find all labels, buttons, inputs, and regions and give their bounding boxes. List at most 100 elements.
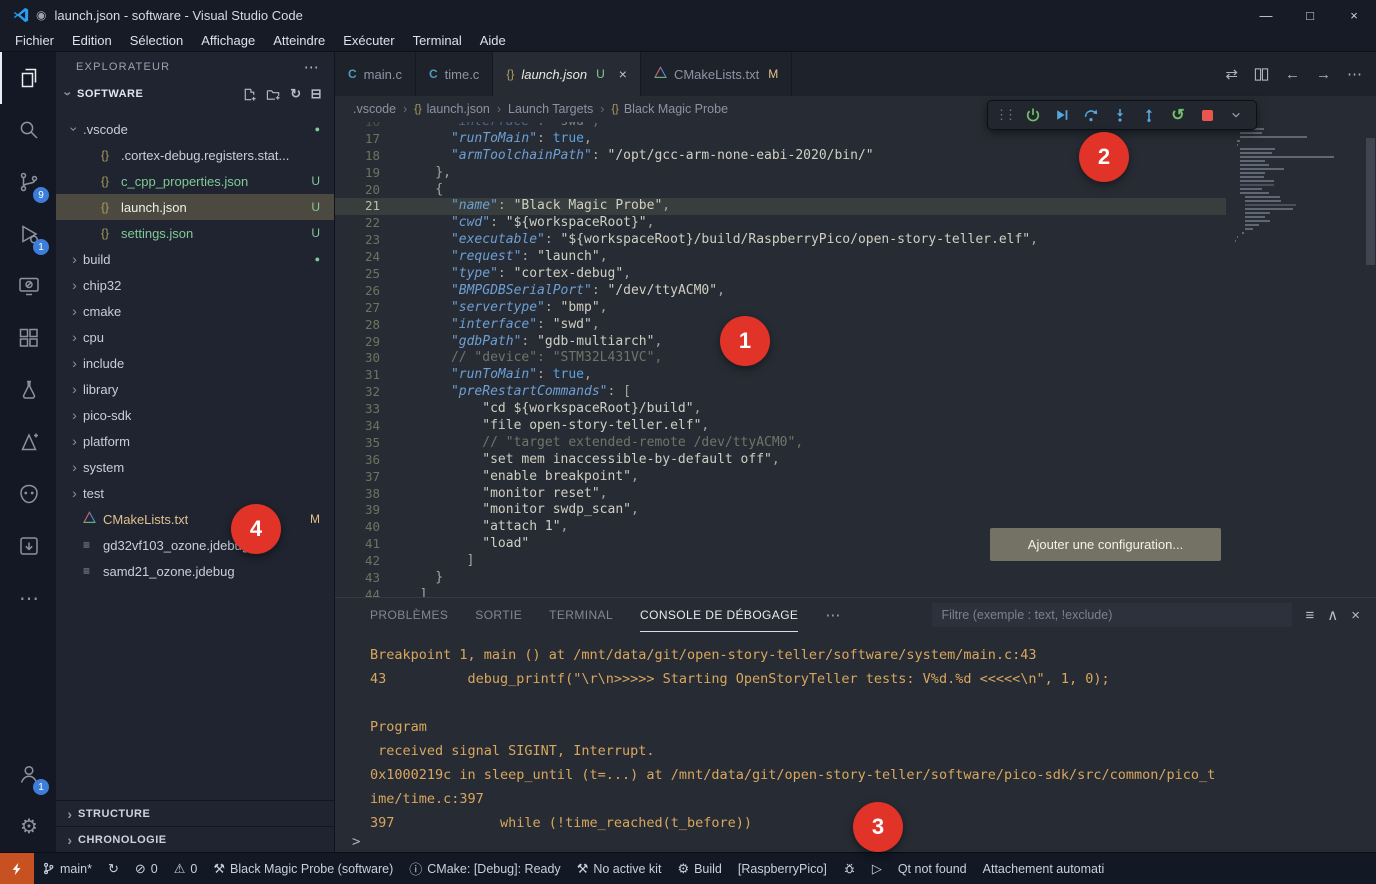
menu-item-fichier[interactable]: Fichier: [6, 32, 63, 49]
code-line-36[interactable]: 36"set mem inaccessible-by-default off",: [335, 452, 1226, 469]
code-line-30[interactable]: 30// "device": "STM32L431VC",: [335, 350, 1226, 367]
tree-item-launch-json[interactable]: {}launch.jsonU: [56, 194, 334, 220]
section-chronologie[interactable]: ›CHRONOLOGIE: [56, 826, 334, 852]
activity-source-control[interactable]: 9: [0, 156, 56, 208]
menu-item-terminal[interactable]: Terminal: [404, 32, 471, 49]
step-out-button[interactable]: [1136, 103, 1162, 127]
tab-launch-json[interactable]: {}launch.jsonU×: [493, 52, 641, 96]
maximize-button[interactable]: □: [1288, 0, 1332, 30]
breadcrumb-item-black-magic-probe[interactable]: {}Black Magic Probe: [611, 102, 728, 116]
close-panel-icon[interactable]: ×: [1351, 607, 1360, 624]
menu-item-ex-cuter[interactable]: Exécuter: [334, 32, 403, 49]
tree-item-chip32[interactable]: ›chip32: [56, 272, 334, 298]
remote-indicator[interactable]: [0, 853, 34, 884]
panel-tab-terminal[interactable]: TERMINAL: [549, 598, 613, 632]
chevron-down-icon[interactable]: [1223, 103, 1249, 127]
tree-item-include[interactable]: ›include: [56, 350, 334, 376]
status-item-0[interactable]: ⚠0: [166, 853, 206, 884]
status-item-build[interactable]: ⚙Build: [669, 853, 729, 884]
activity-package[interactable]: [0, 520, 56, 572]
status-item-bug[interactable]: [835, 853, 864, 884]
code-line-21[interactable]: 21"name": "Black Magic Probe",: [335, 198, 1226, 215]
status-item-qt-not-found[interactable]: Qt not found: [890, 853, 975, 884]
code-line-32[interactable]: 32"preRestartCommands": [: [335, 384, 1226, 401]
status-item-raspberrypico[interactable]: [RaspberryPico]: [730, 853, 835, 884]
navigate-forward-icon[interactable]: →: [1316, 66, 1331, 83]
tree-item-test[interactable]: ›test: [56, 480, 334, 506]
activity-explorer[interactable]: [0, 52, 56, 104]
run-to-cursor-button[interactable]: [1049, 103, 1075, 127]
vertical-scrollbar[interactable]: [1366, 138, 1375, 265]
refresh-icon[interactable]: ↻: [290, 86, 301, 102]
menu-item-affichage[interactable]: Affichage: [192, 32, 264, 49]
tree-item-cmake[interactable]: ›cmake: [56, 298, 334, 324]
drag-handle-icon[interactable]: ⋮⋮: [995, 107, 1013, 123]
status-item-sync[interactable]: ↻: [100, 853, 127, 884]
restart-button[interactable]: ↺: [1165, 103, 1191, 127]
code-line-29[interactable]: 29"gdbPath": "gdb-multiarch",: [335, 334, 1226, 351]
split-editor-icon[interactable]: [1254, 67, 1269, 82]
code-line-35[interactable]: 35// "target extended-remote /dev/ttyACM…: [335, 435, 1226, 452]
code-editor[interactable]: 16"interface": "swd",17"runToMain": true…: [335, 122, 1376, 597]
filter-lines-icon[interactable]: ≡: [1305, 607, 1314, 624]
activity-extensions[interactable]: [0, 312, 56, 364]
code-line-24[interactable]: 24"request": "launch",: [335, 249, 1226, 266]
activity-test-explorer[interactable]: [0, 364, 56, 416]
close-icon[interactable]: ×: [619, 66, 627, 82]
step-into-button[interactable]: [1107, 103, 1133, 127]
breadcrumb-item-vscode[interactable]: .vscode: [353, 102, 396, 116]
menu-item-s-lection[interactable]: Sélection: [121, 32, 192, 49]
activity-search[interactable]: [0, 104, 56, 156]
breadcrumb-item-launch-json[interactable]: {}launch.json: [414, 102, 490, 116]
panel-tab-console-de-d-bogage[interactable]: CONSOLE DE DÉBOGAGE: [640, 598, 798, 632]
power-button[interactable]: [1020, 103, 1046, 127]
stop-button[interactable]: [1194, 103, 1220, 127]
code-line-25[interactable]: 25"type": "cortex-debug",: [335, 266, 1226, 283]
chevron-down-icon[interactable]: ›: [61, 86, 77, 103]
code-line-38[interactable]: 38"monitor reset",: [335, 486, 1226, 503]
tree-item-system[interactable]: ›system: [56, 454, 334, 480]
tree-item-build[interactable]: ›build●: [56, 246, 334, 272]
section-structure[interactable]: ›STRUCTURE: [56, 800, 334, 826]
code-line-27[interactable]: 27"servertype": "bmp",: [335, 300, 1226, 317]
close-button[interactable]: ×: [1332, 0, 1376, 30]
code-line-43[interactable]: 43}: [335, 570, 1226, 587]
menu-item-atteindre[interactable]: Atteindre: [264, 32, 334, 49]
status-item-0[interactable]: ⊘0: [127, 853, 166, 884]
activity-platformio[interactable]: [0, 468, 56, 520]
code-line-37[interactable]: 37"enable breakpoint",: [335, 469, 1226, 486]
more-actions-icon[interactable]: ⋯: [1347, 65, 1362, 83]
navigate-back-icon[interactable]: ←: [1285, 66, 1300, 83]
activity-remote-explorer[interactable]: [0, 260, 56, 312]
collapse-all-icon[interactable]: ⊟: [311, 86, 322, 102]
tree-item-library[interactable]: ›library: [56, 376, 334, 402]
status-item-play[interactable]: ▷: [864, 853, 890, 884]
status-item-main[interactable]: main*: [34, 853, 100, 884]
tab-cmakelists-txt[interactable]: CMakeLists.txtM: [641, 52, 792, 96]
code-line-23[interactable]: 23"executable": "${workspaceRoot}/build/…: [335, 232, 1226, 249]
panel-tab-sortie[interactable]: SORTIE: [475, 598, 522, 632]
open-changes-icon[interactable]: ⇄: [1225, 65, 1238, 83]
step-over-button[interactable]: [1078, 103, 1104, 127]
tree-item-platform[interactable]: ›platform: [56, 428, 334, 454]
code-line-31[interactable]: 31"runToMain": true,: [335, 367, 1226, 384]
status-item-cmake-debug-ready[interactable]: ⓘCMake: [Debug]: Ready: [401, 853, 568, 884]
tree-item-cpu[interactable]: ›cpu: [56, 324, 334, 350]
code-line-39[interactable]: 39"monitor swdp_scan",: [335, 502, 1226, 519]
console-prompt[interactable]: >: [352, 834, 360, 850]
panel-tab-probl-mes[interactable]: PROBLÈMES: [370, 598, 448, 632]
tree-item-gd32vf103-ozone-jdebug[interactable]: ≡gd32vf103_ozone.jdebug: [56, 532, 334, 558]
code-line-22[interactable]: 22"cwd": "${workspaceRoot}",: [335, 215, 1226, 232]
new-folder-icon[interactable]: [266, 87, 281, 102]
activity-analysis[interactable]: [0, 416, 56, 468]
tree-item-samd21-ozone-jdebug[interactable]: ≡samd21_ozone.jdebug: [56, 558, 334, 584]
activity-more[interactable]: ⋯: [0, 572, 56, 624]
explorer-more-icon[interactable]: ⋯: [304, 58, 320, 76]
status-item-attachement-automati[interactable]: Attachement automati: [975, 853, 1113, 884]
tree-item-cortex-debug-registers-stat[interactable]: {}.cortex-debug.registers.stat...: [56, 142, 334, 168]
menu-item-edition[interactable]: Edition: [63, 32, 121, 49]
status-item-no-active-kit[interactable]: ⚒No active kit: [569, 853, 670, 884]
tab-main-c[interactable]: Cmain.c: [335, 52, 416, 96]
code-line-20[interactable]: 20{: [335, 182, 1226, 199]
tree-item-settings-json[interactable]: {}settings.jsonU: [56, 220, 334, 246]
